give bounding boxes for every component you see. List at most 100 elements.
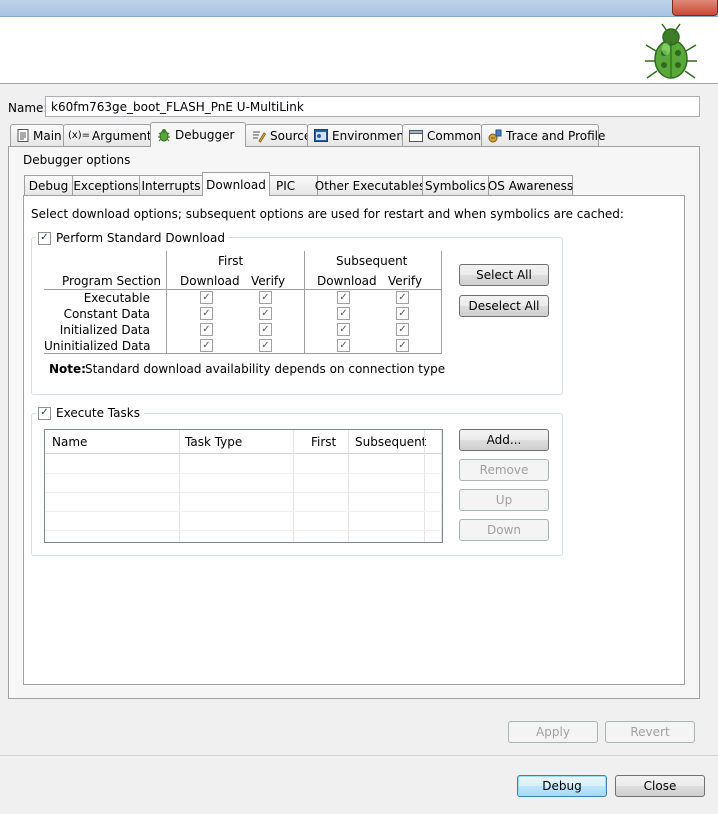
uninitialized-first-download-checkbox[interactable]: ✓ xyxy=(200,339,213,352)
tab-arguments[interactable]: (x)= Arguments xyxy=(63,124,158,146)
constant-subsequent-verify-checkbox[interactable]: ✓ xyxy=(396,307,409,320)
name-field[interactable]: k60fm763ge_boot_FLASH_PnE U-MultiLink xyxy=(45,96,700,117)
initialized-subsequent-verify-checkbox[interactable]: ✓ xyxy=(396,323,409,336)
executable-subsequent-verify-checkbox[interactable]: ✓ xyxy=(396,291,409,304)
tab-debugger-label: Debugger xyxy=(175,128,235,142)
remove-task-label: Remove xyxy=(479,463,529,477)
subtab-interrupts[interactable]: Interrupts xyxy=(139,175,203,195)
row-label-constant-data: Constant Data xyxy=(63,307,150,321)
uninitialized-first-verify-checkbox[interactable]: ✓ xyxy=(259,339,272,352)
select-all-button[interactable]: Select All xyxy=(459,264,549,286)
column-header-first[interactable]: First xyxy=(311,435,336,449)
tab-trace-and-profile[interactable]: Trace and Profile xyxy=(481,124,605,146)
subtab-os-awareness[interactable]: OS Awareness xyxy=(488,175,573,195)
subtab-download[interactable]: Download xyxy=(202,172,270,196)
constant-first-download-checkbox[interactable]: ✓ xyxy=(200,307,213,320)
column-header-task-type[interactable]: Task Type xyxy=(185,435,242,449)
table-row xyxy=(45,530,442,531)
subtab-symbolics-label: Symbolics xyxy=(425,178,486,193)
revert-label: Revert xyxy=(630,725,670,739)
initialized-subsequent-download-checkbox[interactable]: ✓ xyxy=(337,323,350,336)
name-label: Name: xyxy=(8,101,48,115)
execute-tasks-checkbox[interactable]: ✓ Execute Tasks xyxy=(36,406,144,420)
tab-source-label: Source xyxy=(270,128,312,143)
initialized-first-download-checkbox[interactable]: ✓ xyxy=(200,323,213,336)
tasks-table-header: Name Task Type First Subsequent xyxy=(45,430,442,454)
table-row xyxy=(45,473,442,474)
tab-main[interactable]: Main xyxy=(10,124,64,146)
debug-label: Debug xyxy=(542,779,582,793)
row-label-uninitialized-data: Uninitialized Data xyxy=(44,339,151,353)
add-task-label: Add... xyxy=(486,433,522,447)
window-close-button[interactable] xyxy=(672,0,718,16)
executable-subsequent-download-checkbox[interactable]: ✓ xyxy=(337,291,350,304)
perform-standard-download-checkbox[interactable]: ✓ Perform Standard Download xyxy=(36,231,229,245)
executable-first-verify-checkbox[interactable]: ✓ xyxy=(259,291,272,304)
tab-source[interactable]: Source xyxy=(245,124,312,146)
subtab-exceptions-label: Exceptions xyxy=(73,178,139,193)
table-row xyxy=(45,511,442,512)
program-section-header: Program Section xyxy=(62,274,162,288)
debug-button[interactable]: Debug xyxy=(517,775,607,797)
subtab-other-executables[interactable]: Other Executables xyxy=(314,175,426,195)
table-row xyxy=(45,492,442,493)
subtab-debug-label: Debug xyxy=(28,178,69,193)
first-download-header: Download xyxy=(180,274,240,288)
executable-first-download-checkbox[interactable]: ✓ xyxy=(200,291,213,304)
table-divider-2 xyxy=(304,251,305,354)
debugger-options-label: Debugger options xyxy=(23,153,131,167)
subtab-other-executables-label: Other Executables xyxy=(314,178,426,193)
perform-standard-download-check[interactable]: ✓ xyxy=(38,231,51,245)
subtab-symbolics[interactable]: Symbolics xyxy=(422,175,489,195)
deselect-all-button[interactable]: Deselect All xyxy=(459,295,549,317)
table-bottom-rule xyxy=(44,353,442,354)
subtab-exceptions[interactable]: Exceptions xyxy=(72,175,140,195)
column-header-name[interactable]: Name xyxy=(52,435,87,449)
footer-divider xyxy=(0,755,718,756)
constant-first-verify-checkbox[interactable]: ✓ xyxy=(259,307,272,320)
subtab-pic[interactable]: PIC xyxy=(269,175,318,195)
subtab-download-label: Download xyxy=(206,177,266,192)
close-label: Close xyxy=(643,779,677,793)
tasks-table[interactable]: Name Task Type First Subsequent xyxy=(44,429,443,543)
apply-button[interactable]: Apply xyxy=(508,721,598,743)
apply-label: Apply xyxy=(536,725,570,739)
bug-logo-icon xyxy=(645,23,697,79)
perform-standard-download-label: Perform Standard Download xyxy=(56,231,225,245)
execute-tasks-label: Execute Tasks xyxy=(56,406,140,420)
move-down-label: Down xyxy=(486,523,521,537)
tab-environment[interactable]: Environment xyxy=(307,124,409,146)
tab-common[interactable]: Common xyxy=(402,124,482,146)
row-label-initialized-data: Initialized Data xyxy=(59,323,150,337)
subsequent-download-header: Download xyxy=(317,274,377,288)
first-header: First xyxy=(218,254,244,268)
move-down-button[interactable]: Down xyxy=(459,519,549,541)
move-up-button[interactable]: Up xyxy=(459,489,549,511)
remove-task-button[interactable]: Remove xyxy=(459,459,549,481)
subtab-os-awareness-label: OS Awareness xyxy=(487,178,574,193)
note-label: Note: xyxy=(49,362,86,376)
tab-debugger[interactable]: Debugger xyxy=(150,122,246,147)
deselect-all-label: Deselect All xyxy=(468,299,540,313)
close-button[interactable]: Close xyxy=(615,775,705,797)
subtab-interrupts-label: Interrupts xyxy=(141,178,201,193)
tab-main-label: Main xyxy=(33,128,62,143)
uninitialized-subsequent-download-checkbox[interactable]: ✓ xyxy=(337,339,350,352)
table-divider-3 xyxy=(441,251,442,354)
subtab-debug[interactable]: Debug xyxy=(24,175,73,195)
tab-common-label: Common xyxy=(427,128,482,143)
column-divider xyxy=(179,430,180,542)
execute-tasks-check[interactable]: ✓ xyxy=(38,406,51,420)
uninitialized-subsequent-verify-checkbox[interactable]: ✓ xyxy=(396,339,409,352)
common-icon xyxy=(409,129,423,143)
first-verify-header: Verify xyxy=(251,274,286,288)
tab-arguments-label: Arguments xyxy=(92,128,158,143)
constant-subsequent-download-checkbox[interactable]: ✓ xyxy=(337,307,350,320)
revert-button[interactable]: Revert xyxy=(605,721,695,743)
initialized-first-verify-checkbox[interactable]: ✓ xyxy=(259,323,272,336)
add-task-button[interactable]: Add... xyxy=(459,429,549,451)
trace-profile-icon xyxy=(488,129,502,143)
move-up-label: Up xyxy=(495,493,513,507)
column-header-subsequent[interactable]: Subsequent xyxy=(355,435,426,449)
subsequent-verify-header: Verify xyxy=(388,274,423,288)
